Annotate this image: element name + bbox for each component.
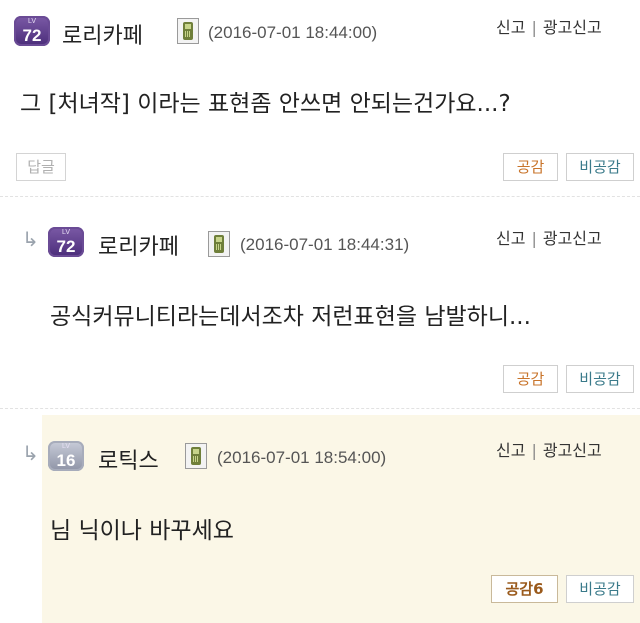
reply-arrow-icon: ↳ [22, 441, 39, 465]
dislike-button[interactable]: 비공감 [566, 365, 634, 393]
ad-report-link[interactable]: 광고신고 [543, 18, 602, 37]
level-prefix: LV [61, 443, 71, 450]
nickname[interactable]: 로틱스 [98, 443, 159, 475]
nickname[interactable]: 로리카페 [62, 18, 143, 50]
comment-content: 공식커뮤니티라는데서조차 저런표현을 남발하니... [50, 304, 531, 330]
report-link[interactable]: 신고 [496, 229, 525, 248]
report-link[interactable]: 신고 [496, 441, 525, 460]
comment-date: (2016-07-01 18:54:00) [217, 448, 387, 467]
like-button[interactable]: 공감 [503, 365, 558, 393]
report-link[interactable]: 신고 [496, 18, 525, 37]
level-prefix: LV [27, 18, 37, 25]
mobile-phone-icon [208, 231, 230, 257]
dislike-button[interactable]: 비공감 [566, 575, 634, 603]
level-number: 72 [22, 26, 42, 45]
level-number: 72 [56, 237, 76, 256]
ad-report-link[interactable]: 광고신고 [543, 441, 602, 460]
nickname[interactable]: 로리카페 [98, 229, 179, 261]
like-button[interactable]: 공감 [503, 153, 558, 181]
comment-actions: 신고 | 광고신고 [496, 437, 602, 461]
reply-arrow-icon: ↳ [22, 227, 39, 251]
reply-button[interactable]: 답글 [16, 153, 66, 181]
separator: | [531, 229, 537, 248]
like-button[interactable]: 공감6 [491, 575, 558, 603]
level-badge: LV 16 [48, 441, 84, 471]
level-badge: LV 72 [48, 227, 84, 257]
comment-item: LV 72 로리카페 (2016-07-01 18:44:00) 신고 | 광고신고… [0, 0, 640, 196]
level-number: 16 [56, 451, 76, 470]
ad-report-link[interactable]: 광고신고 [543, 229, 602, 248]
comment-content: 그 [처녀작] 이라는 표현좀 안쓰면 안되는건가요...? [20, 91, 511, 117]
reply-comment-item: ↳ LV 72 로리카페 (2016-07-01 18:44:31) 신고 | 광고… [0, 196, 640, 408]
comment-actions: 신고 | 광고신고 [496, 225, 602, 249]
comment-content: 님 닉이나 바꾸세요 [50, 518, 234, 544]
comment-date: (2016-07-01 18:44:31) [240, 235, 410, 254]
separator: | [531, 18, 537, 37]
level-badge: LV 72 [14, 16, 50, 46]
comment-actions: 신고 | 광고신고 [496, 14, 602, 38]
comment-date: (2016-07-01 18:44:00) [208, 23, 378, 42]
reply-comment-item: ↳ LV 16 로틱스 (2016-07-01 18:54:00) 신고 | 광고신… [0, 408, 640, 623]
mobile-phone-icon [185, 443, 207, 469]
mobile-phone-icon [177, 18, 199, 44]
dislike-button[interactable]: 비공감 [566, 153, 634, 181]
separator: | [531, 441, 537, 460]
level-prefix: LV [61, 229, 71, 236]
